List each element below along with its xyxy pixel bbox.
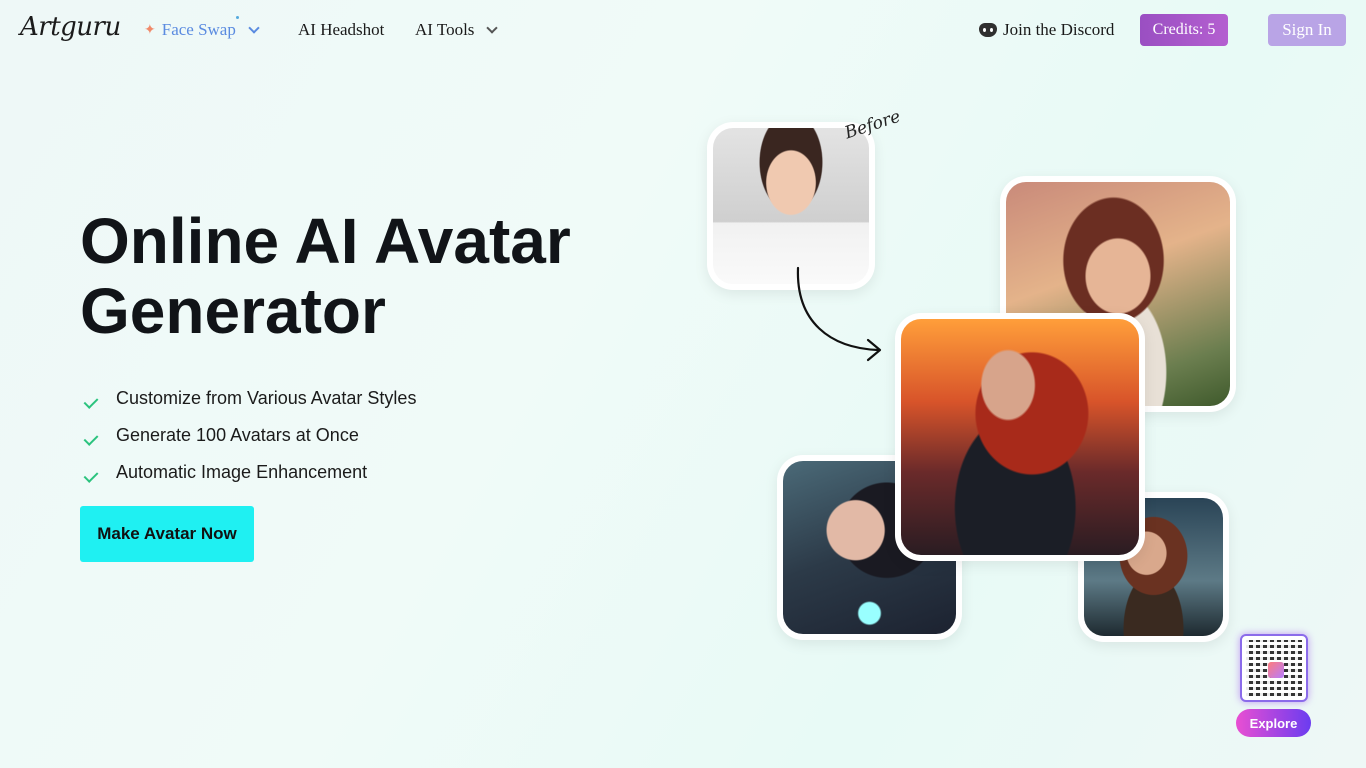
chevron-down-icon	[248, 22, 260, 34]
check-icon	[82, 431, 100, 449]
feature-item: Customize from Various Avatar Styles	[82, 380, 416, 417]
discord-icon	[979, 23, 997, 37]
top-nav: Artguru ✦ Face Swap AI Headshot AI Tools…	[0, 0, 1366, 60]
sign-in-button[interactable]: Sign In	[1268, 14, 1346, 46]
chevron-down-icon	[486, 22, 499, 34]
join-discord-link[interactable]: Join the Discord	[979, 20, 1114, 40]
feature-text: Generate 100 Avatars at Once	[116, 425, 359, 445]
check-icon	[82, 394, 100, 412]
nav-face-swap-label: Face Swap	[161, 20, 236, 39]
nav-ai-tools[interactable]: AI Tools	[415, 20, 499, 40]
avatar-photo-sunset	[895, 313, 1145, 561]
check-icon	[82, 468, 100, 486]
app-logo-icon	[1268, 662, 1284, 678]
feature-list: Customize from Various Avatar Styles Gen…	[82, 380, 416, 491]
nav-ai-tools-label: AI Tools	[415, 20, 475, 39]
new-dot-icon	[236, 16, 239, 19]
arrow-icon	[796, 266, 882, 362]
nav-ai-headshot[interactable]: AI Headshot	[298, 20, 384, 40]
nav-face-swap[interactable]: ✦ Face Swap	[144, 16, 260, 40]
artguru-logo[interactable]: Artguru	[20, 12, 121, 42]
feature-text: Customize from Various Avatar Styles	[116, 388, 417, 408]
make-avatar-button[interactable]: Make Avatar Now	[80, 506, 254, 562]
page-title-line2: Generator	[80, 275, 386, 347]
feature-text: Automatic Image Enhancement	[116, 462, 368, 482]
sparkle-icon: ✦	[144, 22, 156, 38]
qr-code-icon	[1246, 640, 1302, 696]
page-title-line1: Online AI Avatar	[80, 205, 571, 277]
explore-button[interactable]: Explore	[1236, 709, 1311, 737]
credits-button[interactable]: Credits: 5	[1140, 14, 1228, 46]
join-discord-label: Join the Discord	[1003, 20, 1115, 39]
qr-code-widget[interactable]	[1240, 634, 1308, 702]
page-title: Online AI Avatar Generator	[80, 206, 640, 346]
feature-item: Generate 100 Avatars at Once	[82, 417, 416, 454]
feature-item: Automatic Image Enhancement	[82, 454, 416, 491]
